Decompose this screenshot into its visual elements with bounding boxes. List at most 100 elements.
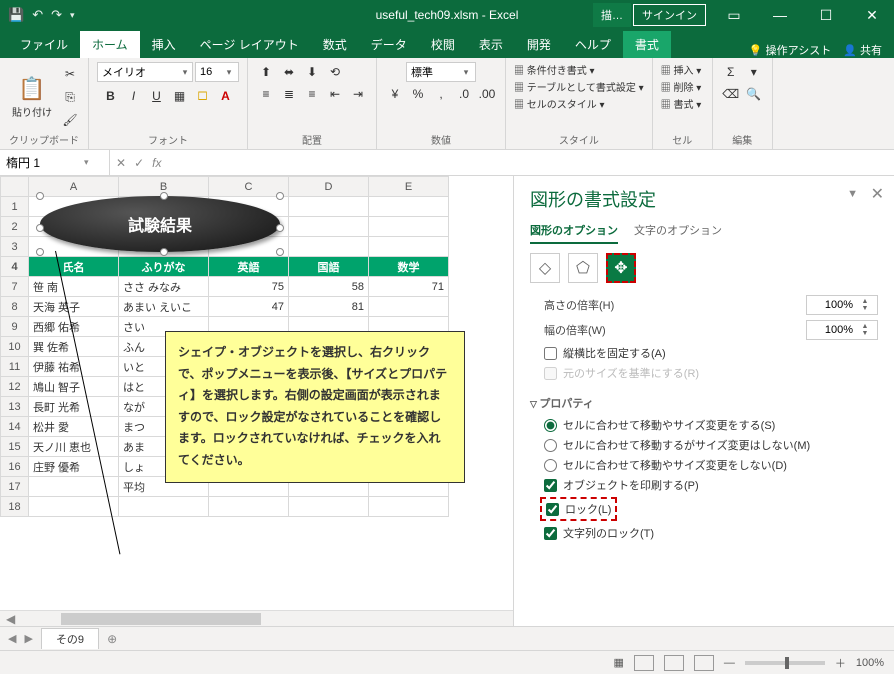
align-bottom-icon[interactable]: ⬇ — [302, 62, 322, 82]
paste-button[interactable]: 📋貼り付け — [8, 72, 56, 123]
tab-file[interactable]: ファイル — [8, 31, 80, 58]
maximize-icon[interactable]: ☐ — [804, 0, 848, 30]
align-middle-icon[interactable]: ⬌ — [279, 62, 299, 82]
dec-decimal-icon[interactable]: .00 — [477, 84, 497, 104]
properties-header[interactable]: プロパティ — [530, 395, 878, 411]
new-sheet-icon[interactable]: ⊕ — [107, 632, 117, 646]
page-break-view-icon[interactable] — [694, 655, 714, 671]
copy-icon[interactable]: ⎘ — [60, 87, 80, 107]
ribbon-options-icon[interactable]: ▭ — [712, 0, 756, 30]
indent-inc-icon[interactable]: ⇥ — [348, 84, 368, 104]
fill-icon[interactable]: ▾ — [744, 62, 764, 82]
pane-close-icon[interactable]: ✕ — [871, 184, 884, 204]
cond-format-button[interactable]: ▦ 条件付き書式 ▾ — [514, 62, 595, 77]
tab-pagelayout[interactable]: ページ レイアウト — [188, 31, 311, 58]
oval-shape[interactable]: 試験結果 — [40, 196, 280, 252]
radio-move-size[interactable] — [544, 419, 557, 432]
width-scale-input[interactable]: ▲▼ — [806, 320, 878, 340]
number-format-combo[interactable]: ▾ — [406, 62, 476, 82]
underline-button[interactable]: U — [147, 86, 167, 106]
height-scale-input[interactable]: ▲▼ — [806, 295, 878, 315]
tab-help[interactable]: ヘルプ — [563, 31, 623, 58]
bold-button[interactable]: B — [101, 86, 121, 106]
original-size-checkbox — [544, 367, 557, 380]
tab-review[interactable]: 校閲 — [419, 31, 467, 58]
normal-view-icon[interactable] — [634, 655, 654, 671]
autosum-icon[interactable]: Σ — [721, 62, 741, 82]
fx-icon[interactable]: fx — [152, 156, 161, 170]
enter-formula-icon[interactable]: ✓ — [134, 156, 144, 170]
lock-checkbox[interactable] — [546, 503, 559, 516]
undo-icon[interactable]: ↶ — [32, 7, 43, 23]
align-top-icon[interactable]: ⬆ — [256, 62, 276, 82]
ribbon: 📋貼り付け ✂ ⎘ 🖌 クリップボード ▾ ▾ B I U ▦ 🞏 A フォ — [0, 58, 894, 150]
tab-developer[interactable]: 開発 — [515, 31, 563, 58]
tab-text-options[interactable]: 文字のオプション — [634, 222, 722, 244]
size-properties-icon[interactable]: ✥ — [606, 253, 636, 283]
name-box[interactable]: ▾ — [0, 150, 110, 175]
align-center-icon[interactable]: ≣ — [279, 84, 299, 104]
group-cells: セル — [661, 132, 704, 147]
format-painter-icon[interactable]: 🖌 — [60, 110, 80, 130]
fill-color-button[interactable]: 🞏 — [193, 86, 213, 106]
radio-nomove-nosize[interactable] — [544, 459, 557, 472]
percent-icon[interactable]: % — [408, 84, 428, 104]
format-shape-pane: ▼ ✕ 図形の書式設定 図形のオプション 文字のオプション ◇ ⬠ ✥ 高さの倍… — [514, 176, 894, 626]
effects-icon[interactable]: ⬠ — [568, 253, 598, 283]
italic-button[interactable]: I — [124, 86, 144, 106]
font-size-combo[interactable]: ▾ — [195, 62, 239, 82]
cells-insert-button[interactable]: ▦ 挿入 ▾ — [661, 62, 702, 77]
lock-text-checkbox[interactable] — [544, 527, 557, 540]
tab-formulas[interactable]: 数式 — [311, 31, 359, 58]
tell-me[interactable]: 💡 操作アシスト — [749, 42, 831, 58]
sheet-tab[interactable]: その9 — [41, 628, 99, 649]
group-clipboard: クリップボード — [8, 132, 80, 147]
tab-format[interactable]: 書式 — [623, 31, 671, 58]
zoom-in-icon[interactable]: ＋ — [835, 655, 846, 671]
qat-more-icon[interactable]: ▾ — [70, 10, 75, 21]
save-icon[interactable]: 💾 — [8, 7, 24, 23]
currency-icon[interactable]: ¥ — [385, 84, 405, 104]
tab-shape-options[interactable]: 図形のオプション — [530, 222, 618, 244]
align-right-icon[interactable]: ≡ — [302, 84, 322, 104]
close-icon[interactable]: ✕ — [850, 0, 894, 30]
indent-dec-icon[interactable]: ⇤ — [325, 84, 345, 104]
tab-insert[interactable]: 挿入 — [140, 31, 188, 58]
worksheet-area[interactable]: ABCDE1234氏名ふりがな英語国語数学7笹 南ささ みなみ7558718天海… — [0, 176, 514, 626]
border-button[interactable]: ▦ — [170, 86, 190, 106]
page-layout-view-icon[interactable] — [664, 655, 684, 671]
tab-view[interactable]: 表示 — [467, 31, 515, 58]
font-color-button[interactable]: A — [216, 86, 236, 106]
signin-button[interactable]: サインイン — [633, 4, 706, 26]
share-button[interactable]: 👤 共有 — [843, 42, 882, 58]
horizontal-scrollbar[interactable]: ◀ — [0, 610, 513, 626]
radio-move-nosize[interactable] — [544, 439, 557, 452]
inc-decimal-icon[interactable]: .0 — [454, 84, 474, 104]
find-icon[interactable]: 🔍 — [744, 84, 764, 104]
fill-line-icon[interactable]: ◇ — [530, 253, 560, 283]
orientation-icon[interactable]: ⟲ — [325, 62, 345, 82]
align-left-icon[interactable]: ≡ — [256, 84, 276, 104]
cancel-formula-icon[interactable]: ✕ — [116, 156, 126, 170]
cell-styles-button[interactable]: ▦ セルのスタイル ▾ — [514, 96, 605, 111]
tab-home[interactable]: ホーム — [80, 31, 140, 58]
zoom-out-icon[interactable]: — — [724, 657, 735, 669]
cut-icon[interactable]: ✂ — [60, 64, 80, 84]
cells-format-button[interactable]: ▦ 書式 ▾ — [661, 96, 702, 111]
font-name-combo[interactable]: ▾ — [97, 62, 193, 82]
minimize-icon[interactable]: — — [758, 0, 802, 30]
zoom-slider[interactable] — [745, 661, 825, 665]
sheet-nav-prev-icon[interactable]: ◀ — [8, 632, 16, 645]
macro-record-icon[interactable]: ▦ — [613, 656, 623, 669]
zoom-level[interactable]: 100% — [856, 657, 884, 669]
sheet-nav-next-icon[interactable]: ▶ — [24, 632, 32, 645]
cells-delete-button[interactable]: ▦ 削除 ▾ — [661, 79, 702, 94]
table-format-button[interactable]: ▦ テーブルとして書式設定 ▾ — [514, 79, 644, 94]
pane-dropdown-icon[interactable]: ▼ — [847, 188, 858, 200]
tab-data[interactable]: データ — [359, 31, 419, 58]
redo-icon[interactable]: ↷ — [51, 7, 62, 23]
clear-icon[interactable]: ⌫ — [721, 84, 741, 104]
print-object-checkbox[interactable] — [544, 479, 557, 492]
lock-aspect-checkbox[interactable] — [544, 347, 557, 360]
comma-icon[interactable]: , — [431, 84, 451, 104]
